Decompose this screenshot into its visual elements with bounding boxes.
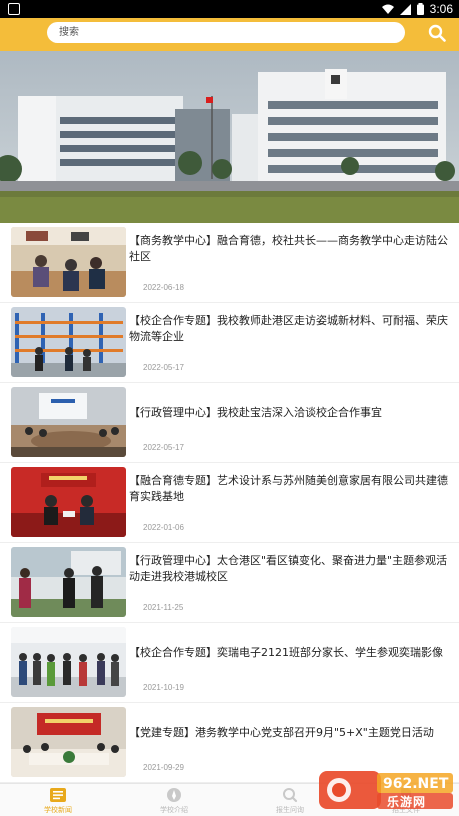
news-date: 2022-01-06 <box>143 523 184 532</box>
news-date: 2021-10-19 <box>143 683 184 692</box>
news-item[interactable]: 【校企合作专题】奕瑞电子2121班部分家长、学生参观奕瑞影像 2021-10-1… <box>0 623 459 703</box>
news-item[interactable]: 【行政管理中心】我校赴宝洁深入洽谈校企合作事宜 2022-05-17 <box>0 383 459 463</box>
news-item[interactable]: 【商务教学中心】融合育德，校社共长——商务教学中心走访陆公社区 2022-06-… <box>0 223 459 303</box>
news-title: 【融合育德专题】艺术设计系与苏州随美创意家居有限公司共建德育实践基地 <box>129 474 448 503</box>
news-thumbnail <box>11 387 126 457</box>
warehouse-photo <box>11 307 126 377</box>
watermark-text: 乐游网 <box>387 795 427 809</box>
news-date: 2022-05-17 <box>143 363 184 372</box>
signing-ceremony-photo <box>11 467 126 537</box>
news-date: 2021-11-25 <box>143 603 184 612</box>
news-item[interactable]: 【融合育德专题】艺术设计系与苏州随美创意家居有限公司共建德育实践基地 2022-… <box>0 463 459 543</box>
wifi-icon <box>381 4 394 14</box>
news-thumbnail <box>11 227 126 297</box>
news-thumbnail <box>11 547 126 617</box>
battery-icon <box>416 3 424 15</box>
campus-visit-photo <box>11 547 126 617</box>
news-list: 【商务教学中心】融合育德，校社共长——商务教学中心走访陆公社区 2022-06-… <box>0 223 459 783</box>
status-time: 3:06 <box>429 2 453 16</box>
search-input[interactable]: 搜索 <box>47 22 405 43</box>
newspaper-icon <box>50 788 66 802</box>
status-bar: 3:06 <box>0 0 459 18</box>
news-date: 2022-06-18 <box>143 283 184 292</box>
news-item[interactable]: 【行政管理中心】太仓港区"看区镇变化、聚奋进力量"主题参观活动走进我校港城校区 … <box>0 543 459 623</box>
news-thumbnail <box>11 707 126 777</box>
news-title: 【行政管理中心】太仓港区"看区镇变化、聚奋进力量"主题参观活动走进我校港城校区 <box>129 554 448 583</box>
compass-icon <box>167 788 181 802</box>
tab-school-intro[interactable]: 学校介绍 <box>116 784 232 816</box>
search-icon <box>283 788 298 803</box>
tab-label: 学校介绍 <box>160 806 188 814</box>
cell-signal-icon <box>399 3 411 15</box>
watermark-logo: 962.NET 乐游网 <box>319 769 455 811</box>
tab-label: 学校新闻 <box>44 806 72 814</box>
news-item[interactable]: 【校企合作专题】我校教师赴港区走访姿城新材料、可耐福、荣庆物流等企业 2022-… <box>0 303 459 383</box>
news-title: 【商务教学中心】融合育德，校社共长——商务教学中心走访陆公社区 <box>129 234 448 263</box>
conference-room-photo <box>11 387 126 457</box>
factory-visit-photo <box>11 627 126 697</box>
meeting-photo <box>11 227 126 297</box>
news-title: 【党建专题】港务教学中心党支部召开9月"5+X"主题党日活动 <box>129 726 434 739</box>
news-date: 2021-09-29 <box>143 763 184 772</box>
app-notification-icon <box>8 3 20 15</box>
banner-image[interactable] <box>0 51 459 223</box>
search-icon[interactable] <box>428 24 446 42</box>
news-thumbnail <box>11 467 126 537</box>
news-title: 【校企合作专题】奕瑞电子2121班部分家长、学生参观奕瑞影像 <box>129 646 443 659</box>
news-thumbnail <box>11 307 126 377</box>
svg-text:962.NET: 962.NET <box>383 776 449 792</box>
news-title: 【行政管理中心】我校赴宝洁深入洽谈校企合作事宜 <box>129 406 382 419</box>
news-thumbnail <box>11 627 126 697</box>
news-title: 【校企合作专题】我校教师赴港区走访姿城新材料、可耐福、荣庆物流等企业 <box>129 314 448 343</box>
system-tray: 3:06 <box>381 1 453 17</box>
party-meeting-photo <box>11 707 126 777</box>
campus-photo <box>0 51 459 223</box>
top-header: 搜索 <box>0 18 459 51</box>
news-date: 2022-05-17 <box>143 443 184 452</box>
tab-school-news[interactable]: 学校新闻 <box>0 784 116 816</box>
